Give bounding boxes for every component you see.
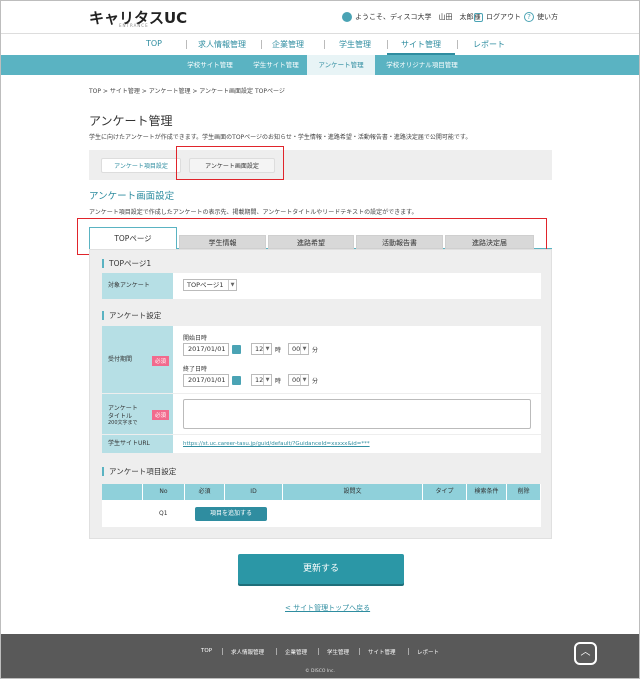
top-page-heading: TOPページ1: [102, 259, 151, 268]
nav-divider: [186, 40, 187, 49]
start-minute-select[interactable]: 00 ▼: [288, 343, 309, 355]
chevron-down-icon: ▼: [300, 375, 308, 385]
start-date-input[interactable]: 2017/01/01: [183, 343, 229, 356]
app-frame: キャリタスUC ENTRANCE ようこそ、ディスコ大学 山田 太郎様 ログアウ…: [0, 0, 640, 679]
footer-divider: [276, 648, 277, 655]
row-number: Q1: [159, 510, 168, 517]
chevron-down-icon: ▼: [300, 344, 308, 354]
footer-divider: [318, 648, 319, 655]
required-badge: 必須: [152, 356, 170, 366]
survey-title-label-3: 200文字まで: [108, 420, 138, 426]
main-nav-report[interactable]: レポート: [473, 39, 505, 50]
mode-tab-bar: アンケート項目設定 アンケート画面設定: [89, 150, 552, 180]
end-label: 終了日時: [183, 366, 208, 373]
table-header-no: No: [143, 484, 185, 500]
start-label: 開始日時: [183, 335, 208, 342]
survey-settings-heading: アンケート設定: [102, 311, 161, 320]
help-icon: ?: [524, 12, 534, 22]
update-button[interactable]: 更新する: [238, 554, 404, 584]
logo-subtitle: ENTRANCE: [119, 23, 149, 28]
back-to-site-link[interactable]: < サイト管理トップへ戻る: [285, 603, 370, 613]
chevron-up-icon: ︿: [580, 647, 591, 658]
help-label: 使い方: [537, 13, 558, 21]
main-nav-jobs[interactable]: 求人情報管理: [198, 39, 246, 50]
end-minute-select[interactable]: 00 ▼: [288, 374, 309, 386]
table-header-search: 検索条件: [467, 484, 507, 500]
logout-link[interactable]: ログアウト: [474, 12, 521, 22]
student-url-label: 学生サイトURL: [102, 435, 173, 453]
target-survey-value: TOPページ1: [187, 281, 224, 289]
calendar-icon[interactable]: [232, 345, 241, 354]
nav-divider: [261, 40, 262, 49]
welcome-text: ようこそ、ディスコ大学 山田 太郎様: [355, 13, 481, 21]
section-title: アンケート画面設定: [89, 191, 175, 202]
target-survey-label: 対象アンケート: [102, 273, 173, 299]
target-survey-select[interactable]: TOPページ1 ▼: [183, 279, 237, 291]
chevron-down-icon: ▼: [263, 344, 271, 354]
footer-divider: [408, 648, 409, 655]
minute-unit: 分: [312, 347, 319, 354]
sub-nav-student-site[interactable]: 学生サイト管理: [245, 55, 307, 75]
table-header-type: タイプ: [423, 484, 467, 500]
highlight-box: [176, 146, 284, 180]
sub-nav: 学校サイト管理 学生サイト管理 アンケート管理 学校オリジナル項目管理: [1, 55, 639, 75]
chevron-down-icon: ▼: [263, 375, 271, 385]
end-hour-select[interactable]: 12 ▼: [251, 374, 272, 386]
tab-survey-items[interactable]: アンケート項目設定: [101, 158, 181, 173]
main-nav-site[interactable]: サイト管理: [401, 39, 441, 50]
calendar-icon[interactable]: [232, 376, 241, 385]
table-header-blank: [102, 484, 143, 500]
add-item-button[interactable]: 項目を追加する: [195, 507, 267, 521]
page-title: アンケート管理: [89, 114, 173, 128]
nav-divider: [387, 40, 388, 49]
sub-nav-school-site[interactable]: 学校サイト管理: [177, 55, 243, 75]
survey-title-input[interactable]: [183, 399, 531, 429]
footer-link-site[interactable]: サイト管理: [368, 648, 396, 656]
student-url-link[interactable]: https://st.uc.career-tasu.jp/guid/defaul…: [183, 441, 370, 447]
footer-link-students[interactable]: 学生管理: [327, 648, 349, 656]
sub-nav-survey[interactable]: アンケート管理: [307, 55, 375, 75]
table-header-question: 設問文: [283, 484, 423, 500]
hour-unit: 時: [275, 378, 282, 385]
logout-icon: [474, 12, 483, 22]
hour-unit: 時: [275, 347, 282, 354]
nav-divider: [457, 40, 458, 49]
chevron-down-icon: ▼: [228, 280, 236, 290]
survey-items-heading: アンケート項目設定: [102, 467, 176, 476]
scroll-to-top-button[interactable]: ︿: [574, 642, 597, 665]
main-nav-top[interactable]: TOP: [146, 39, 162, 48]
user-icon: [342, 12, 352, 22]
table-header-id: ID: [225, 484, 283, 500]
logout-label: ログアウト: [486, 13, 521, 21]
footer-link-companies[interactable]: 企業管理: [285, 648, 307, 656]
minute-unit: 分: [312, 378, 319, 385]
copyright: © DISCO Inc.: [305, 669, 335, 674]
main-nav-students[interactable]: 学生管理: [339, 39, 371, 50]
start-hour-select[interactable]: 12 ▼: [251, 343, 272, 355]
welcome-area: ようこそ、ディスコ大学 山田 太郎様: [342, 12, 481, 22]
footer-divider: [359, 648, 360, 655]
footer-divider: [222, 648, 223, 655]
footer-link-top[interactable]: TOP: [201, 648, 212, 654]
page-description: 学生に向けたアンケートが作成できます。学生画面のTOPページのお知らせ・学生情報…: [89, 134, 472, 141]
footer-link-jobs[interactable]: 求人情報管理: [231, 648, 264, 656]
section-description: アンケート項目設定で作成したアンケートの表示先、掲載期間、アンケートタイトルやリ…: [89, 209, 418, 216]
required-badge: 必須: [152, 410, 170, 420]
header: キャリタスUC ENTRANCE ようこそ、ディスコ大学 山田 太郎様 ログアウ…: [1, 1, 639, 33]
help-link[interactable]: ? 使い方: [524, 12, 558, 22]
end-date-input[interactable]: 2017/01/01: [183, 374, 229, 387]
breadcrumb[interactable]: TOP > サイト管理 > アンケート管理 > アンケート画面設定 TOPページ: [89, 86, 285, 95]
main-nav-companies[interactable]: 企業管理: [272, 39, 304, 50]
main-nav: TOP 求人情報管理 企業管理 学生管理 サイト管理 レポート: [1, 33, 639, 55]
table-header-delete: 削除: [507, 484, 541, 500]
table-header-required: 必須: [185, 484, 225, 500]
footer-link-report[interactable]: レポート: [417, 648, 439, 656]
sub-nav-original-items[interactable]: 学校オリジナル項目管理: [377, 55, 467, 75]
nav-divider: [324, 40, 325, 49]
